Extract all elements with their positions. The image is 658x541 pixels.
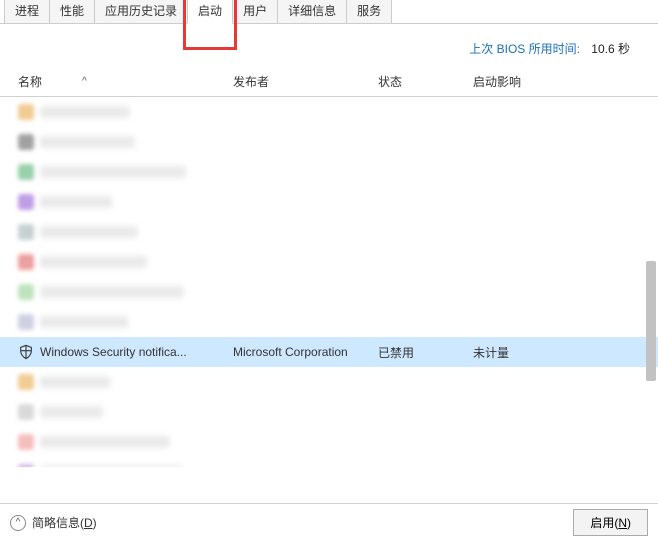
app-icon xyxy=(18,224,34,240)
table-row[interactable] xyxy=(0,427,658,457)
footer-bar: ^ 简略信息(D) 启用(N) xyxy=(0,503,658,541)
tab-2[interactable]: 应用历史记录 xyxy=(94,0,188,23)
column-headers: 名称 ^ 发布者 状态 启动影响 xyxy=(0,67,658,97)
table-row[interactable] xyxy=(0,307,658,337)
blurred-name xyxy=(40,256,147,268)
table-row[interactable] xyxy=(0,397,658,427)
table-row-selected[interactable]: Windows Security notifica... Microsoft Co… xyxy=(0,337,658,367)
col-header-publisher[interactable]: 发布者 xyxy=(233,73,378,90)
table-row[interactable] xyxy=(0,247,658,277)
tab-1[interactable]: 性能 xyxy=(49,0,95,23)
app-icon xyxy=(18,434,34,450)
blurred-name xyxy=(40,406,103,418)
blurred-name xyxy=(40,466,183,467)
app-publisher: Microsoft Corporation xyxy=(233,345,378,359)
table-row[interactable] xyxy=(0,97,658,127)
bios-time-line: 上次 BIOS 所用时间: 10.6 秒 xyxy=(0,24,658,67)
tab-0[interactable]: 进程 xyxy=(4,0,50,23)
table-row[interactable] xyxy=(0,367,658,397)
app-icon xyxy=(18,374,34,390)
app-icon xyxy=(18,464,34,467)
blurred-name xyxy=(40,166,186,178)
brief-info-label: 简略信息(D) xyxy=(32,514,97,531)
app-status: 已禁用 xyxy=(378,344,473,361)
blurred-name xyxy=(40,316,128,328)
blurred-name xyxy=(40,376,110,388)
tab-4[interactable]: 用户 xyxy=(232,0,278,23)
shield-icon xyxy=(18,344,34,360)
col-header-name-label: 名称 xyxy=(18,73,42,90)
app-icon xyxy=(18,194,34,210)
bios-value: 10.6 秒 xyxy=(591,42,630,56)
app-icon xyxy=(18,314,34,330)
blurred-name xyxy=(40,286,184,298)
tabs-bar: 进程性能应用历史记录启动用户详细信息服务 xyxy=(0,0,658,24)
blurred-name xyxy=(40,436,170,448)
blurred-name xyxy=(40,196,112,208)
col-header-name[interactable]: 名称 ^ xyxy=(18,73,233,90)
table-row[interactable] xyxy=(0,277,658,307)
app-icon xyxy=(18,404,34,420)
table-row[interactable] xyxy=(0,217,658,247)
blurred-name xyxy=(40,226,138,238)
table-row[interactable] xyxy=(0,127,658,157)
startup-list[interactable]: Windows Security notifica... Microsoft Co… xyxy=(0,97,658,467)
enable-button[interactable]: 启用(N) xyxy=(573,509,648,536)
bios-label: 上次 BIOS 所用时间: xyxy=(469,42,580,56)
app-icon xyxy=(18,134,34,150)
col-header-status[interactable]: 状态 xyxy=(378,73,473,90)
scrollbar-thumb[interactable] xyxy=(646,261,656,381)
table-row[interactable] xyxy=(0,457,658,467)
app-icon xyxy=(18,254,34,270)
chevron-up-icon: ^ xyxy=(10,515,26,531)
blurred-name xyxy=(40,106,130,118)
sort-caret-icon: ^ xyxy=(82,76,87,87)
tab-6[interactable]: 服务 xyxy=(346,0,392,23)
app-icon xyxy=(18,284,34,300)
table-row[interactable] xyxy=(0,187,658,217)
app-impact: 未计量 xyxy=(473,344,658,361)
tab-3[interactable]: 启动 xyxy=(187,0,233,24)
table-row[interactable] xyxy=(0,157,658,187)
app-icon xyxy=(18,164,34,180)
tab-5[interactable]: 详细信息 xyxy=(277,0,347,23)
app-name: Windows Security notifica... xyxy=(40,345,187,359)
blurred-name xyxy=(40,136,135,148)
app-icon xyxy=(18,104,34,120)
col-header-impact[interactable]: 启动影响 xyxy=(473,73,658,90)
brief-info-link[interactable]: ^ 简略信息(D) xyxy=(10,514,97,531)
